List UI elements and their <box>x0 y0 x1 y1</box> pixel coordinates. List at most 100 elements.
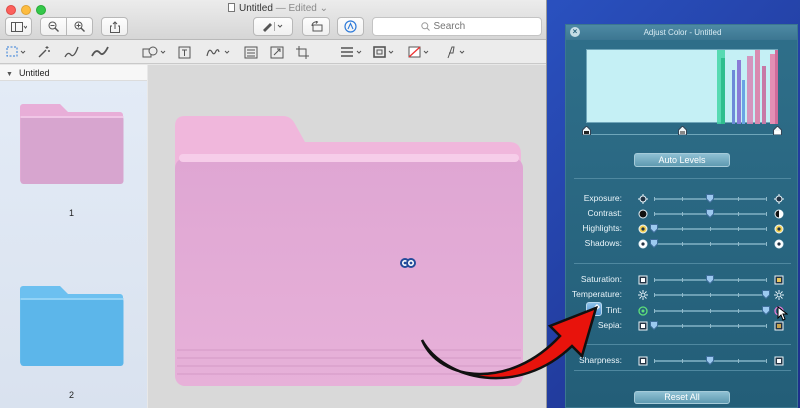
slider-tick <box>766 242 767 246</box>
slider-tick <box>654 278 655 282</box>
search-field[interactable] <box>372 17 542 36</box>
selection-tool-button[interactable] <box>6 44 28 60</box>
saturation-high-icon <box>774 275 784 285</box>
sidebar-icon <box>10 21 27 32</box>
instant-alpha-button[interactable] <box>37 44 51 60</box>
adjust-size-icon <box>270 46 284 58</box>
panel-separator <box>574 344 791 345</box>
sketch-button[interactable] <box>64 44 80 60</box>
slider-knob[interactable] <box>650 321 658 330</box>
loupe-cursor-icon <box>400 258 416 268</box>
share-button[interactable] <box>101 17 128 36</box>
disclosure-triangle-icon[interactable]: ▼ <box>6 71 13 78</box>
minimize-window-button[interactable] <box>21 5 31 15</box>
panel-separator <box>574 370 791 371</box>
draw-button[interactable] <box>91 44 109 60</box>
slider-tick <box>766 227 767 231</box>
slider-row-shadows: Shadows: <box>566 238 797 250</box>
adjust-color-icon <box>244 46 258 58</box>
signature-icon <box>206 48 230 56</box>
magic-wand-icon <box>38 46 50 58</box>
slider-tick <box>682 242 683 246</box>
slider-row-sepia: Sepia: <box>566 320 797 332</box>
text-button[interactable] <box>178 44 192 60</box>
panel-close-icon[interactable]: × <box>570 27 580 37</box>
slider-tick <box>738 212 739 216</box>
border-color-icon <box>373 46 394 58</box>
slider-knob[interactable] <box>706 209 714 218</box>
edited-status: — Edited <box>275 3 317 14</box>
border-color-button[interactable] <box>373 44 397 60</box>
histogram[interactable] <box>586 49 778 124</box>
shape-style-button[interactable] <box>340 44 364 60</box>
slider-label: Highlights: <box>582 223 622 233</box>
slider-tick <box>738 324 739 328</box>
slider-tick <box>682 227 683 231</box>
zoom-out-button[interactable] <box>40 17 67 36</box>
slider-tick <box>682 197 683 201</box>
shadows-high-icon <box>774 239 784 249</box>
page-thumbnail-2[interactable] <box>20 284 124 366</box>
slider-knob[interactable] <box>650 239 658 248</box>
midtone-handle[interactable] <box>678 126 687 135</box>
panel-title: Adjust Color - Untitled <box>643 28 722 37</box>
exposure-low-icon <box>638 194 648 204</box>
share-icon <box>109 20 120 33</box>
fill-color-button[interactable] <box>408 44 432 60</box>
markup-toolbar-button[interactable] <box>337 17 364 36</box>
sidebar-view-button[interactable] <box>5 17 32 36</box>
mouse-pointer-icon <box>777 306 788 321</box>
rectangular-selection-icon <box>6 46 26 57</box>
search-input[interactable] <box>433 21 494 32</box>
histogram-graph <box>717 50 778 124</box>
slider-tick <box>682 324 683 328</box>
slider-knob[interactable] <box>762 290 770 299</box>
close-window-button[interactable] <box>6 5 16 15</box>
sign-button[interactable] <box>206 44 232 60</box>
zoom-in-button[interactable] <box>66 17 93 36</box>
crop-button[interactable] <box>296 44 310 60</box>
slider-tick <box>654 359 655 363</box>
markup-pen-button[interactable] <box>253 17 293 36</box>
text-box-icon <box>178 46 191 58</box>
reset-all-button[interactable]: Reset All <box>634 391 730 404</box>
temperature-warm-icon <box>774 290 784 300</box>
adjust-color-button[interactable] <box>244 44 258 60</box>
shapes-button[interactable] <box>142 44 168 60</box>
white-point-handle[interactable] <box>773 126 782 135</box>
sidebar-thumbnail-list: 1 2 <box>0 81 147 408</box>
slider-tick <box>738 309 739 313</box>
sepia-high-icon <box>774 321 784 331</box>
text-style-button[interactable] <box>446 44 468 60</box>
zoom-in-icon <box>74 21 85 32</box>
slider-knob[interactable] <box>706 194 714 203</box>
adjust-size-button[interactable] <box>270 44 284 60</box>
page-number: 1 <box>69 208 75 218</box>
temperature-cool-icon <box>638 290 648 300</box>
slider-tick <box>766 197 767 201</box>
markup-icon <box>344 20 357 33</box>
slider-tick <box>766 359 767 363</box>
slider-tick <box>738 197 739 201</box>
slider-knob[interactable] <box>706 275 714 284</box>
sidebar-document-header[interactable]: ▼ Untitled <box>0 65 147 81</box>
slider-knob[interactable] <box>706 356 714 365</box>
slider-tick <box>738 359 739 363</box>
slider-knob[interactable] <box>650 224 658 233</box>
page-number: 2 <box>69 390 75 400</box>
window-title[interactable]: Untitled — Edited ⌄ <box>228 3 328 14</box>
sharpness-low-icon <box>638 356 648 366</box>
slider-tick <box>710 227 711 231</box>
zoom-window-button[interactable] <box>36 5 46 15</box>
slider-tick <box>682 359 683 363</box>
title-chevron-icon: ⌄ <box>319 3 328 14</box>
slider-tick <box>682 278 683 282</box>
slider-knob[interactable] <box>762 306 770 315</box>
rotate-button[interactable] <box>302 17 330 36</box>
slider-row-exposure: Exposure: <box>566 193 797 205</box>
auto-levels-button[interactable]: Auto Levels <box>634 153 730 167</box>
slider-tick <box>710 242 711 246</box>
page-thumbnail-1[interactable] <box>20 102 124 184</box>
black-point-handle[interactable] <box>582 126 591 135</box>
document-icon <box>228 3 235 12</box>
